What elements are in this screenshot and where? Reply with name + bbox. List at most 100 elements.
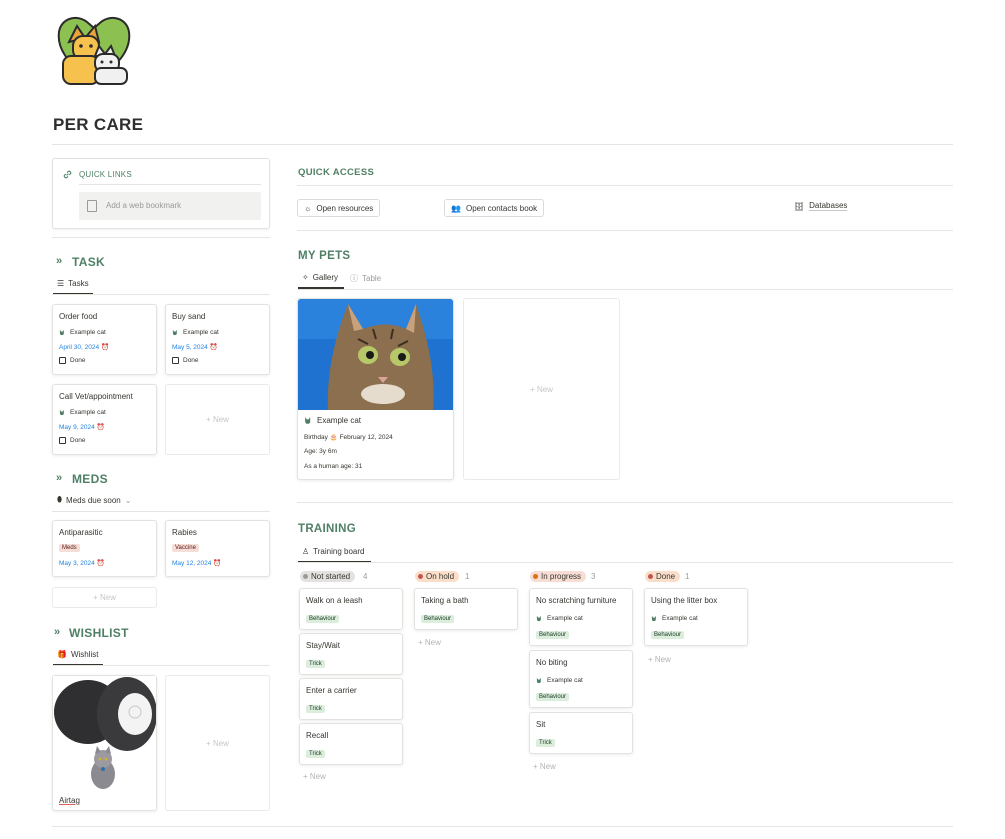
med-card[interactable]: Rabies Vaccine May 12, 2024 ⏰ bbox=[165, 520, 270, 577]
column-name: Done bbox=[656, 572, 676, 581]
column-count: 1 bbox=[465, 572, 470, 581]
training-card-pet[interactable]: Example cat bbox=[536, 677, 583, 684]
tab-training-board[interactable]: ♙ Training board bbox=[302, 547, 364, 556]
birthday-label: Birthday bbox=[304, 434, 328, 441]
tab-training-label: Training board bbox=[313, 547, 365, 556]
column-header-not-started[interactable]: Not started bbox=[300, 571, 356, 582]
training-card[interactable]: No biting Example cat Behaviour bbox=[529, 650, 633, 708]
done-checkbox[interactable]: Done bbox=[59, 437, 86, 444]
date-text: May 12, 2024 bbox=[172, 560, 212, 567]
task-card[interactable]: Call Vet/appointment Example cat May 9, … bbox=[52, 384, 157, 455]
done-checkbox[interactable]: Done bbox=[59, 357, 86, 364]
tab-table[interactable]: ⓘ Table bbox=[350, 273, 381, 284]
training-card[interactable]: Enter a carrier Trick bbox=[299, 678, 403, 720]
checkbox-icon[interactable] bbox=[59, 437, 66, 444]
link-icon bbox=[63, 170, 72, 179]
pet-care-logo bbox=[55, 12, 133, 88]
my-pets-divider bbox=[297, 289, 953, 290]
column-new-button[interactable]: + New bbox=[533, 762, 556, 771]
checkbox-icon[interactable] bbox=[172, 357, 179, 364]
task-card-pet[interactable]: Example cat bbox=[172, 329, 219, 336]
meds-new-button[interactable]: + New bbox=[52, 587, 157, 608]
task-card-date: May 5, 2024 ⏰ bbox=[172, 343, 218, 351]
training-card-pet[interactable]: Example cat bbox=[536, 615, 583, 622]
date-text: May 9, 2024 bbox=[59, 424, 95, 431]
wishlist-section-title: WISHLIST bbox=[69, 626, 129, 640]
training-card-title: Taking a bath bbox=[421, 596, 469, 605]
add-bookmark-button[interactable]: Add a web bookmark bbox=[79, 192, 261, 220]
status-dot-icon bbox=[418, 574, 423, 579]
pet-card[interactable]: Example cat Birthday 🎂 February 12, 2024… bbox=[297, 298, 454, 480]
task-card[interactable]: Order food Example cat April 30, 2024 ⏰ … bbox=[52, 304, 157, 375]
task-card-pet[interactable]: Example cat bbox=[59, 329, 106, 336]
tab-wishlist[interactable]: 🎁 Wishlist bbox=[57, 650, 99, 659]
task-card[interactable]: Buy sand Example cat May 5, 2024 ⏰ Done bbox=[165, 304, 270, 375]
bookmark-placeholder: Add a web bookmark bbox=[106, 201, 182, 210]
tab-gallery[interactable]: ✧ Gallery bbox=[302, 273, 338, 282]
task-new-button[interactable]: + New bbox=[165, 384, 270, 455]
open-resources-label: Open resources bbox=[316, 203, 374, 213]
task-divider bbox=[52, 294, 270, 295]
info-icon: ⓘ bbox=[350, 274, 358, 283]
airtag-image bbox=[53, 676, 156, 789]
training-card-title: Using the litter box bbox=[651, 596, 718, 605]
training-tag: Behaviour bbox=[306, 615, 340, 623]
task-card-title: Order food bbox=[59, 312, 98, 321]
task-card-pet[interactable]: Example cat bbox=[59, 409, 106, 416]
tab-tasks-label: Tasks bbox=[68, 279, 89, 288]
training-card[interactable]: Taking a bath Behaviour bbox=[414, 588, 518, 630]
wishlist-card[interactable]: Airtag bbox=[52, 675, 157, 811]
training-card[interactable]: Stay/Wait Trick bbox=[299, 633, 403, 675]
my-pets-title: MY PETS bbox=[298, 250, 351, 262]
wishlist-card-title: Airtag bbox=[59, 796, 80, 805]
databases-label: Databases bbox=[809, 201, 848, 211]
pets-new-button[interactable]: + New bbox=[463, 298, 620, 480]
open-resources-button[interactable]: ☼ Open resources bbox=[297, 199, 381, 217]
quick-links-title: QUICK LINKS bbox=[79, 170, 132, 179]
task-card-date: April 30, 2024 ⏰ bbox=[59, 343, 109, 351]
quick-access-title: QUICK ACCESS bbox=[298, 167, 375, 178]
databases-link[interactable]: 🗄 Databases bbox=[789, 197, 848, 215]
column-count: 1 bbox=[685, 572, 690, 581]
wishlist-divider bbox=[52, 665, 270, 666]
database-icon: 🗄 bbox=[794, 201, 805, 211]
date-text: May 5, 2024 bbox=[172, 344, 208, 351]
column-header-done[interactable]: Done bbox=[645, 571, 681, 582]
training-card-title: No scratching furniture bbox=[536, 596, 617, 605]
training-card[interactable]: Walk on a leash Behaviour bbox=[299, 588, 403, 630]
training-tag: Trick bbox=[306, 705, 325, 713]
pet-name: Example cat bbox=[547, 677, 583, 684]
pet-name: Example cat bbox=[547, 615, 583, 622]
column-header-in-progress[interactable]: In progress bbox=[530, 571, 587, 582]
wishlist-new-button[interactable]: + New bbox=[165, 675, 270, 811]
training-divider bbox=[297, 562, 953, 563]
training-card-title: Sit bbox=[536, 720, 546, 729]
cat-icon bbox=[304, 416, 313, 425]
training-card-pet[interactable]: Example cat bbox=[651, 615, 698, 622]
training-card[interactable]: Using the litter box Example cat Behavio… bbox=[644, 588, 748, 646]
checklist-icon: ☰ bbox=[57, 279, 65, 288]
page-bottom-divider bbox=[52, 826, 953, 827]
med-card[interactable]: Antiparasitic Meds May 3, 2024 ⏰ bbox=[52, 520, 157, 577]
training-card[interactable]: No scratching furniture Example cat Beha… bbox=[529, 588, 633, 646]
training-card-title: Recall bbox=[306, 731, 329, 740]
birthday-value: February 12, 2024 bbox=[339, 434, 393, 441]
cat-icon bbox=[651, 615, 658, 622]
training-card-title: Enter a carrier bbox=[306, 686, 357, 695]
title-divider bbox=[52, 144, 953, 145]
tab-tasks[interactable]: ☰ Tasks bbox=[57, 279, 89, 288]
checkbox-icon[interactable] bbox=[59, 357, 66, 364]
done-checkbox[interactable]: Done bbox=[172, 357, 199, 364]
training-card[interactable]: Recall Trick bbox=[299, 723, 403, 765]
column-header-on-hold[interactable]: On hold bbox=[415, 571, 460, 582]
column-new-button[interactable]: + New bbox=[648, 655, 671, 664]
tab-gallery-label: Gallery bbox=[312, 273, 339, 282]
cake-icon: 🎂 bbox=[329, 434, 338, 441]
tab-meds-due-soon[interactable]: ⬮ Meds due soon ⌄ bbox=[57, 495, 131, 505]
open-contacts-button[interactable]: 👥 Open contacts book bbox=[444, 199, 545, 217]
cat-icon bbox=[536, 615, 543, 622]
training-card[interactable]: Sit Trick bbox=[529, 712, 633, 754]
column-new-button[interactable]: + New bbox=[418, 638, 441, 647]
training-tag: Trick bbox=[306, 660, 325, 668]
column-new-button[interactable]: + New bbox=[303, 772, 326, 781]
